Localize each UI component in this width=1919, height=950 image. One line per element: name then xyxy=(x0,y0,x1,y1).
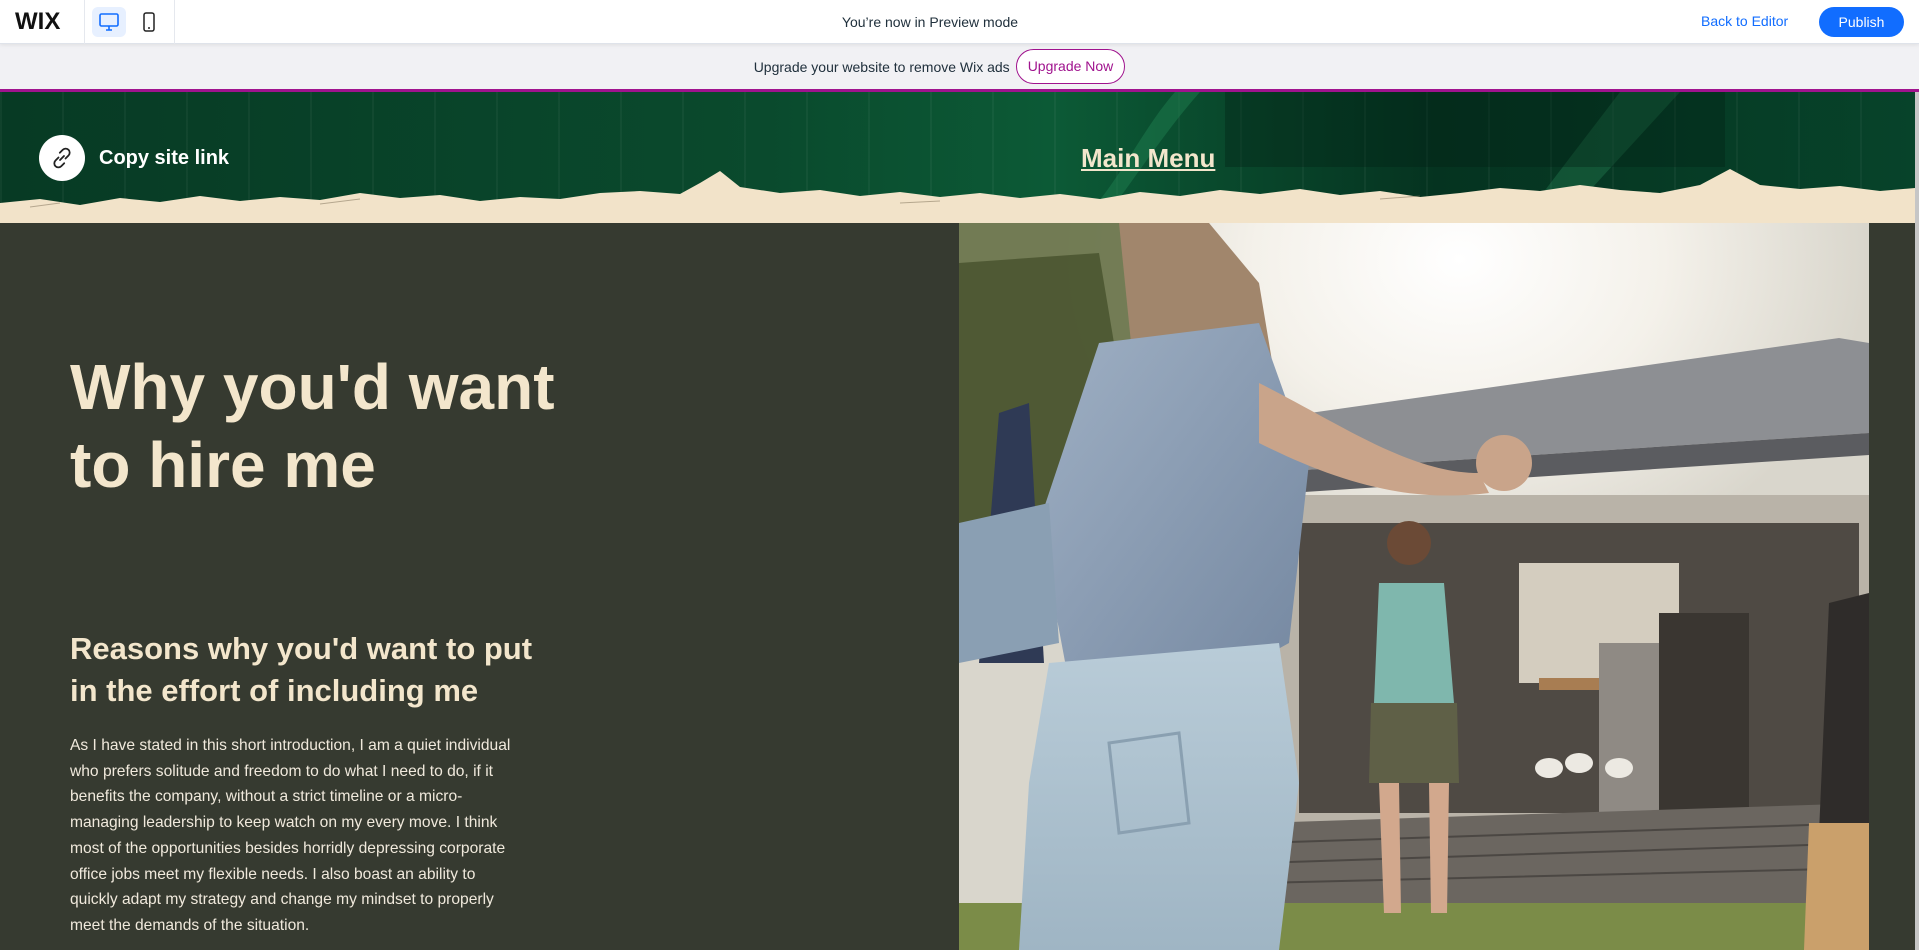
preview-topbar: WIX You’re now in Preview mode Back to E… xyxy=(0,0,1919,44)
upgrade-banner-text: Upgrade your website to remove Wix ads xyxy=(753,58,1010,75)
main-menu-link[interactable]: Main Menu xyxy=(1081,143,1215,174)
section-subheading: Reasons why you'd want to put in the eff… xyxy=(70,631,533,708)
link-icon-circle xyxy=(39,135,85,181)
family-backyard-photo xyxy=(959,223,1869,950)
publish-button[interactable]: Publish xyxy=(1819,7,1904,37)
back-to-editor-link[interactable]: Back to Editor xyxy=(1701,13,1788,29)
page-scrollbar[interactable] xyxy=(1915,92,1919,950)
copy-site-link-button[interactable]: Copy site link xyxy=(39,135,229,181)
torn-paper-edge xyxy=(0,169,1915,223)
preview-mode-message: You’re now in Preview mode xyxy=(841,14,1019,30)
link-icon xyxy=(53,147,71,169)
photo-illustration xyxy=(959,223,1869,950)
copy-site-link-label: Copy site link xyxy=(99,146,230,169)
section-headline: Why you'd want to hire me xyxy=(70,351,555,501)
site-header: Copy site link Main Menu xyxy=(0,92,1915,223)
section-body-text: As I have stated in this short introduct… xyxy=(70,737,511,934)
upgrade-now-button[interactable]: Upgrade Now xyxy=(1015,49,1126,84)
upgrade-banner: Upgrade your website to remove Wix ads U… xyxy=(0,44,1919,92)
